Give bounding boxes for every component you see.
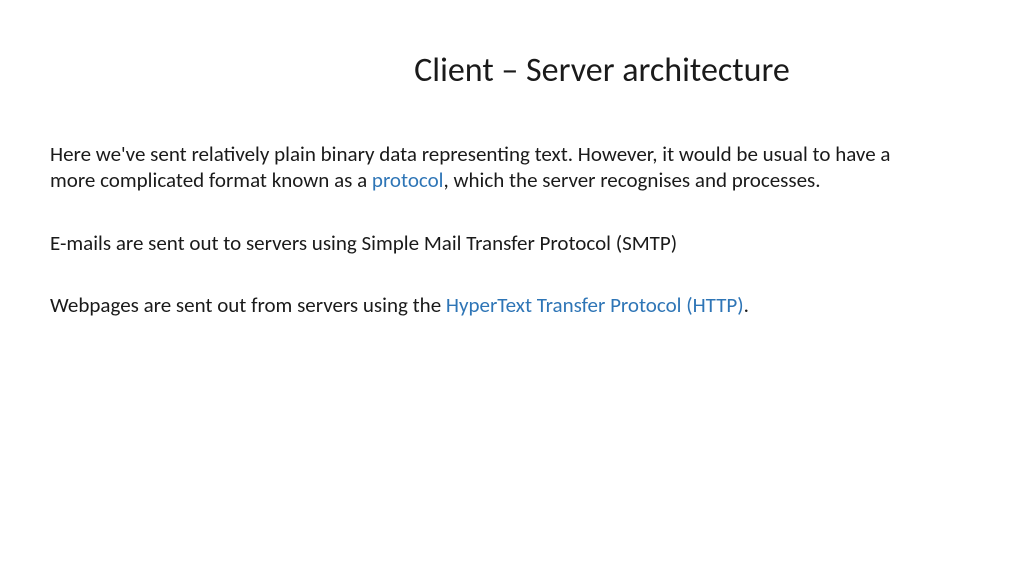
paragraph-2: E-mails are sent out to servers using Si…: [50, 230, 894, 256]
para3-text1: Webpages are sent out from servers using…: [50, 292, 446, 318]
slide-title: Client – Server architecture: [50, 50, 974, 91]
para1-text2: , which the server recognises and proces…: [444, 167, 821, 193]
protocol-link[interactable]: protocol: [372, 167, 444, 193]
para3-text2: .: [744, 292, 749, 318]
http-link[interactable]: HyperText Transfer Protocol (HTTP): [446, 292, 744, 318]
slide: Client – Server architecture Here we've …: [0, 0, 1024, 576]
slide-content: Here we've sent relatively plain binary …: [50, 141, 974, 318]
paragraph-3: Webpages are sent out from servers using…: [50, 292, 894, 318]
paragraph-1: Here we've sent relatively plain binary …: [50, 141, 894, 194]
